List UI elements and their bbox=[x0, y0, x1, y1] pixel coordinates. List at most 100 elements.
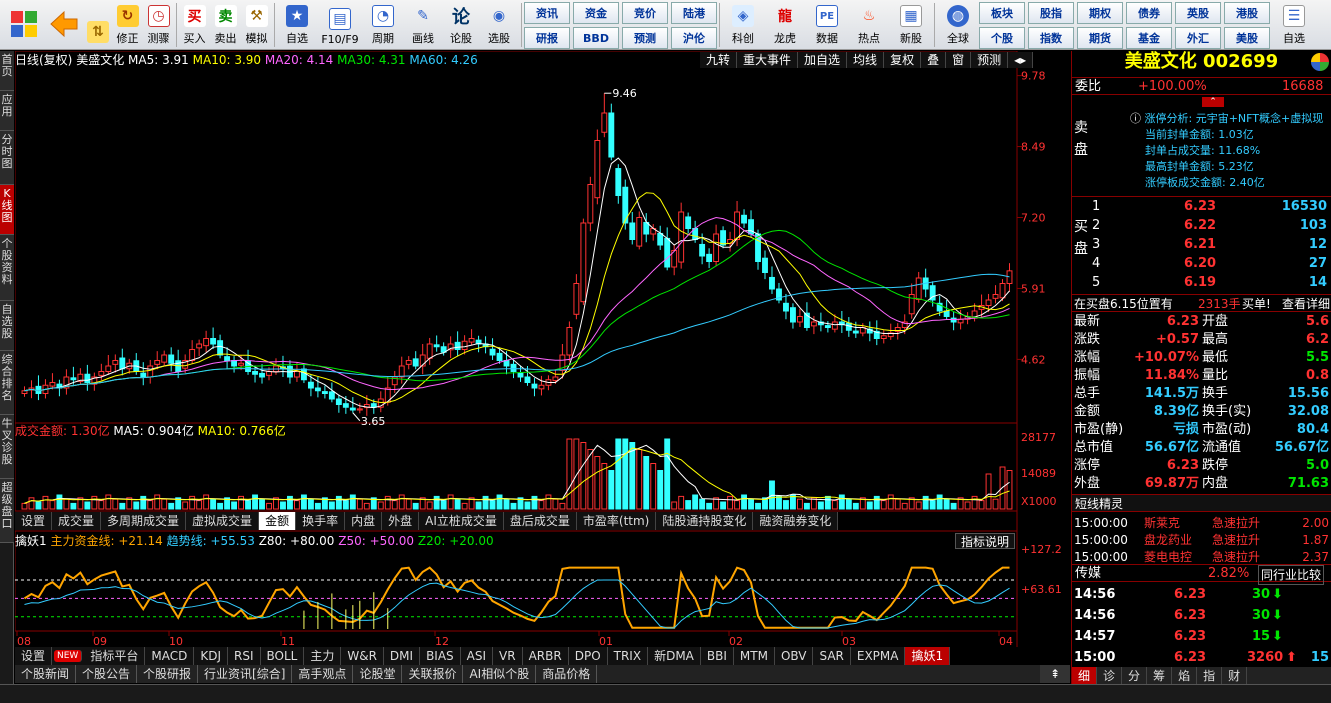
news-tab-announce[interactable]: 个股公告 bbox=[76, 665, 138, 683]
vol-tab-northbound[interactable]: 陆股通持股变化 bbox=[656, 512, 754, 530]
ind-tab-macd[interactable]: MACD bbox=[145, 647, 195, 665]
ind-tab-dpo[interactable]: DPO bbox=[569, 647, 608, 665]
bbd-button[interactable]: BBD bbox=[573, 27, 619, 49]
back-arrow-icon[interactable] bbox=[44, 0, 84, 48]
indices-button[interactable]: 指数 bbox=[1028, 27, 1074, 49]
sidebar-profile[interactable]: 个股资料 bbox=[0, 235, 14, 301]
auction-button[interactable]: 竞价 bbox=[622, 2, 668, 24]
simulate-button[interactable]: ⚒ 模拟 bbox=[241, 0, 272, 48]
panel-tab-chips[interactable]: 筹 bbox=[1147, 667, 1173, 685]
nine-turn-button[interactable]: 九转 bbox=[700, 52, 738, 68]
vol-tab-inner[interactable]: 内盘 bbox=[345, 512, 383, 530]
ind-tab-settings[interactable]: 设置 bbox=[15, 647, 53, 665]
collapse-up-icon[interactable]: ⌃ bbox=[1202, 97, 1224, 107]
sidebar-ranking[interactable]: 综合排名 bbox=[0, 351, 14, 415]
draw-line-button[interactable]: ✎ 画线 bbox=[403, 0, 443, 48]
f10-button[interactable]: ▤ F10/F9 bbox=[317, 0, 363, 48]
hot-button[interactable]: ♨ 热点 bbox=[848, 0, 890, 48]
ipo-button[interactable]: ▦ 新股 bbox=[890, 0, 932, 48]
buy-order-row[interactable]: 1 6.23 16530 bbox=[1072, 198, 1331, 216]
ind-tab-obv[interactable]: OBV bbox=[775, 647, 814, 665]
ind-tab-expma[interactable]: EXPMA bbox=[851, 647, 906, 665]
sidebar-home[interactable]: 首页 bbox=[0, 51, 14, 91]
updown-button[interactable]: ⇅ bbox=[84, 0, 112, 48]
forex-button[interactable]: 外汇 bbox=[1175, 27, 1221, 49]
vol-tab-afterhours[interactable]: 盘后成交量 bbox=[504, 512, 577, 530]
ind-tab-boll[interactable]: BOLL bbox=[261, 647, 305, 665]
research-button[interactable]: 研报 bbox=[524, 27, 570, 49]
hk-connect-button[interactable]: 陆港 bbox=[671, 2, 717, 24]
ind-tab-dmi[interactable]: DMI bbox=[384, 647, 421, 665]
correct-button[interactable]: ↻ 修正 bbox=[112, 0, 143, 48]
kline-chart-area[interactable]: 9.78 8.49 7.20 5.91 4.62 9.46 3.65 28177 14089 X1… bbox=[15, 51, 1071, 647]
ind-tab-asi[interactable]: ASI bbox=[461, 647, 494, 665]
app-menu-icon[interactable] bbox=[1311, 53, 1329, 71]
news-tab-stock[interactable]: 个股新闻 bbox=[15, 665, 77, 683]
ind-tab-sar[interactable]: SAR bbox=[813, 647, 851, 665]
vol-tab-turnover[interactable]: 换手率 bbox=[296, 512, 346, 530]
favorites-button[interactable]: ☰ 自选 bbox=[1276, 0, 1312, 48]
futures-button[interactable]: 期货 bbox=[1077, 27, 1123, 49]
select-stock-button[interactable]: ◉ 选股 bbox=[479, 0, 519, 48]
dragon-tiger-button[interactable]: 龍龙虎 bbox=[764, 0, 806, 48]
discuss-button[interactable]: 论论股 bbox=[443, 0, 479, 48]
sector-compare-button[interactable]: 同行业比较 bbox=[1258, 565, 1325, 585]
funds-button[interactable]: 资金 bbox=[573, 2, 619, 24]
ind-tab-trix[interactable]: TRIX bbox=[608, 647, 649, 665]
kline-svg[interactable]: 9.78 8.49 7.20 5.91 4.62 9.46 3.65 28177 14089 X1… bbox=[15, 51, 1071, 647]
adjust-button[interactable]: 复权 bbox=[884, 52, 922, 68]
ma-button[interactable]: 均线 bbox=[847, 52, 885, 68]
sidebar-watchlist[interactable]: 自选股 bbox=[0, 301, 14, 351]
panel-tab-index[interactable]: 指 bbox=[1197, 667, 1223, 685]
data-button[interactable]: PE 数据 bbox=[806, 0, 848, 48]
measure-button[interactable]: ◷ 测骤 bbox=[143, 0, 174, 48]
ind-tab-vr[interactable]: VR bbox=[493, 647, 523, 665]
news-button[interactable]: 资讯 bbox=[524, 2, 570, 24]
add-watch-button[interactable]: 加自选 bbox=[798, 52, 848, 68]
predict-button[interactable]: 预测 bbox=[971, 52, 1009, 68]
news-tab-related[interactable]: 关联报价 bbox=[402, 665, 464, 683]
ind-tab-wr[interactable]: W&R bbox=[341, 647, 384, 665]
news-tab-experts[interactable]: 高手观点 bbox=[292, 665, 354, 683]
vol-tab-margin[interactable]: 融资融券变化 bbox=[753, 512, 839, 530]
index-futures-button[interactable]: 股指 bbox=[1028, 2, 1074, 24]
buy-order-row[interactable]: 3 6.21 12 bbox=[1072, 236, 1331, 254]
stocks-button[interactable]: 个股 bbox=[979, 27, 1025, 49]
sidebar-superpan[interactable]: 超级盘口 bbox=[0, 479, 14, 543]
notice-more-link[interactable]: 查看详细 bbox=[1282, 295, 1330, 313]
panel-tab-finance[interactable]: 财 bbox=[1222, 667, 1248, 685]
vol-tab-multiperiod[interactable]: 多周期成交量 bbox=[101, 512, 187, 530]
news-tab-ai-similar[interactable]: AI相似个股 bbox=[463, 665, 537, 683]
buy-order-row[interactable]: 5 6.19 14 bbox=[1072, 274, 1331, 292]
ind-tab-main[interactable]: 主力 bbox=[304, 647, 342, 665]
sidebar-timeshare[interactable]: 分时图 bbox=[0, 131, 14, 185]
watchlist-button[interactable]: ★ 自选 bbox=[277, 0, 317, 48]
sidebar-diagnosis[interactable]: 牛叉诊股 bbox=[0, 415, 14, 479]
hk-stocks-button[interactable]: 港股 bbox=[1224, 2, 1270, 24]
panel-tab-detail[interactable]: 细 bbox=[1072, 667, 1098, 685]
vol-tab-settings[interactable]: 设置 bbox=[15, 512, 53, 530]
ind-tab-bias[interactable]: BIAS bbox=[420, 647, 461, 665]
vol-tab-virtual[interactable]: 虚拟成交量 bbox=[186, 512, 260, 530]
ind-tab-bbi[interactable]: BBI bbox=[701, 647, 734, 665]
star-market-button[interactable]: ◈ 科创 bbox=[722, 0, 764, 48]
uk-stocks-button[interactable]: 英股 bbox=[1175, 2, 1221, 24]
major-events-button[interactable]: 重大事件 bbox=[737, 52, 799, 68]
sell-button[interactable]: 卖卖出 bbox=[210, 0, 241, 48]
us-stocks-button[interactable]: 美股 bbox=[1224, 27, 1270, 49]
panel-tab-flame[interactable]: 焰 bbox=[1172, 667, 1198, 685]
bonds-button[interactable]: 债券 bbox=[1126, 2, 1172, 24]
panel-tab-diagnose[interactable]: 诊 bbox=[1097, 667, 1123, 685]
overlay-button[interactable]: 叠 bbox=[921, 52, 947, 68]
vol-tab-pe[interactable]: 市盈率(ttm) bbox=[577, 512, 657, 530]
buy-button[interactable]: 买买入 bbox=[179, 0, 210, 48]
sidebar-kline[interactable]: K线图 bbox=[0, 185, 14, 235]
grid-logo-icon[interactable] bbox=[4, 0, 44, 48]
buy-order-row[interactable]: 2 6.22 103 bbox=[1072, 217, 1331, 235]
scroll-top-icon[interactable]: ⇞ bbox=[1040, 665, 1070, 683]
news-tab-industry[interactable]: 行业资讯[综合] bbox=[198, 665, 293, 683]
sidebar-apps[interactable]: 应用 bbox=[0, 91, 14, 131]
window-button[interactable]: 窗 bbox=[946, 52, 972, 68]
news-tab-commodity[interactable]: 商品价格 bbox=[536, 665, 598, 683]
period-button[interactable]: ◔ 周期 bbox=[363, 0, 403, 48]
